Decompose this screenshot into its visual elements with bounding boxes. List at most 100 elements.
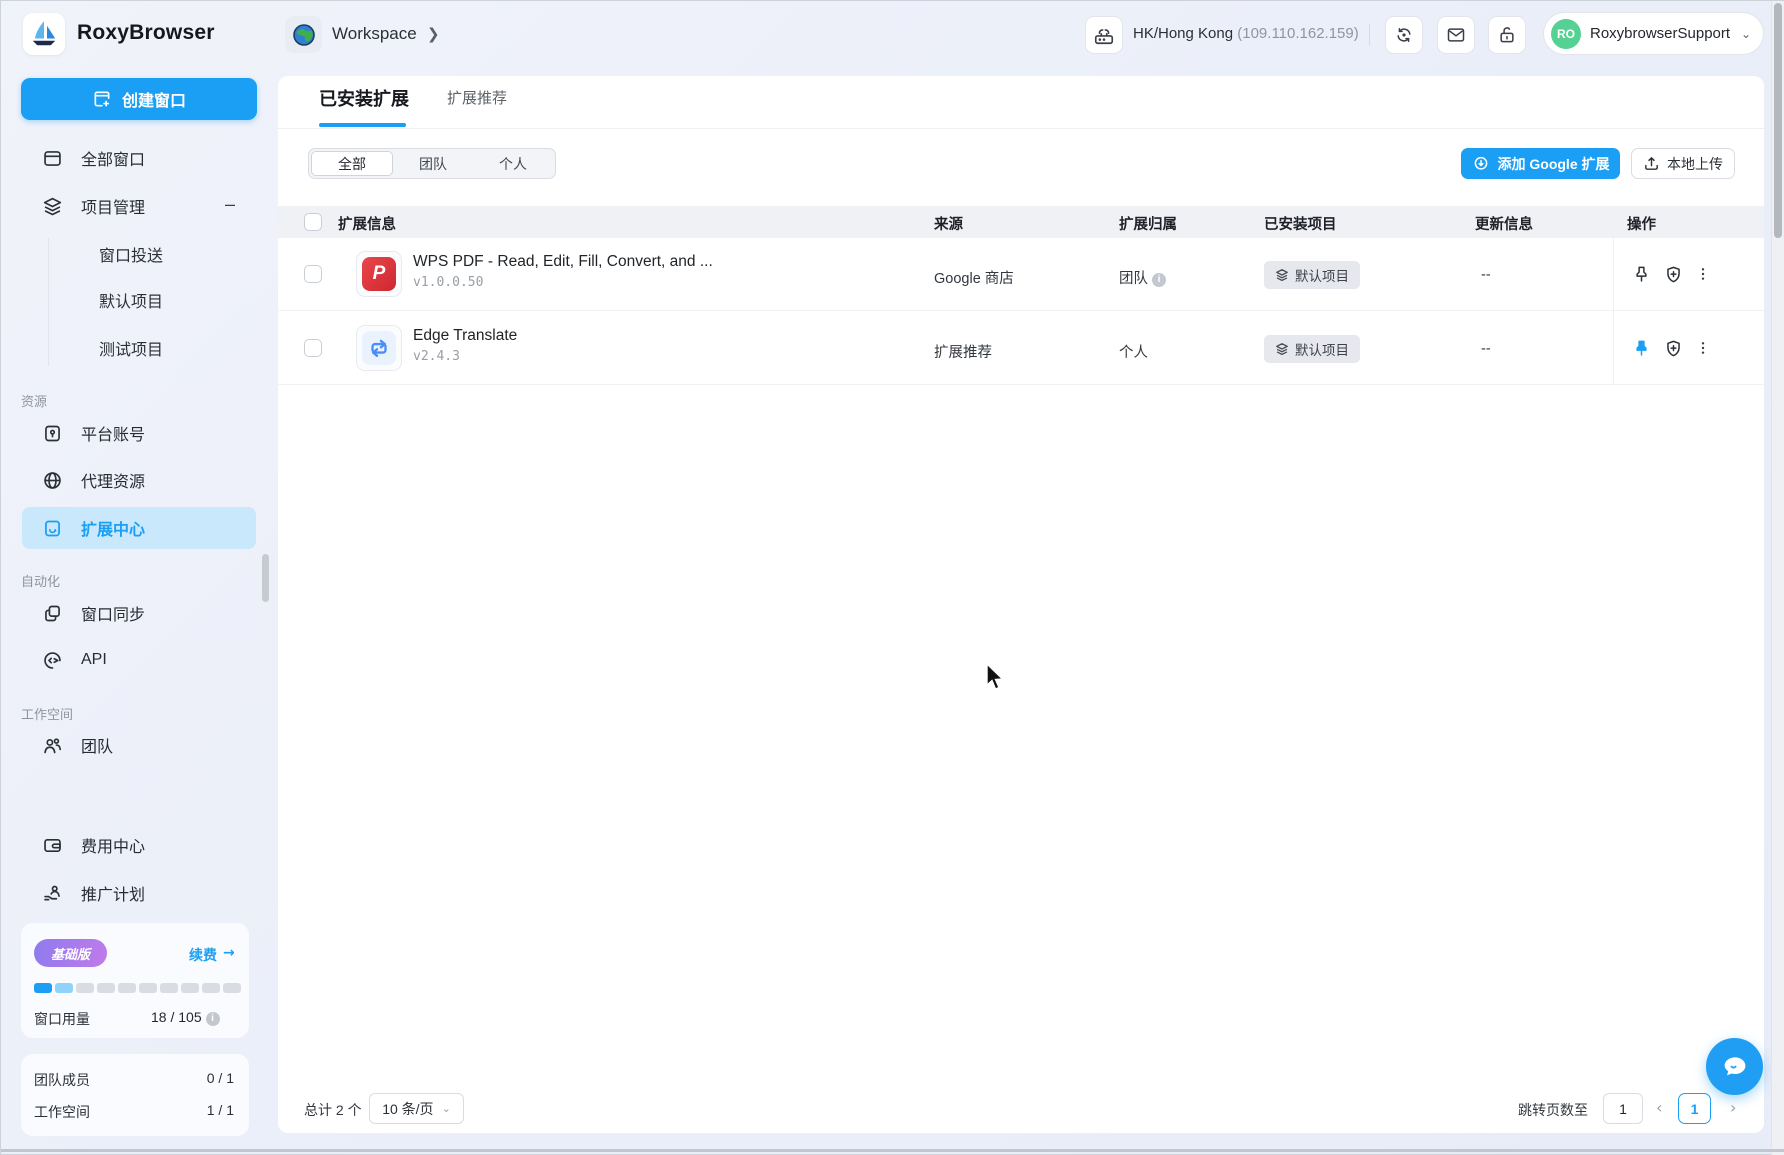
col-update-info: 更新信息 <box>1475 213 1533 234</box>
select-all-checkbox[interactable] <box>304 213 322 231</box>
pin-button[interactable] <box>1629 336 1653 360</box>
tab-installed-extensions[interactable]: 已安装扩展 <box>319 85 409 111</box>
workspaces-label: 工作空间 <box>34 1102 90 1122</box>
ownership-cell: 个人 <box>1119 341 1148 362</box>
chat-bubble-icon <box>1719 1051 1751 1083</box>
installed-project-chip[interactable]: 默认项目 <box>1264 261 1360 289</box>
sidebar-item-default-project[interactable]: 默认项目 <box>1 279 263 321</box>
sidebar-label: 团队 <box>81 733 113 757</box>
sidebar-item-all-windows[interactable]: 全部窗口 <box>1 137 263 179</box>
sidebar-label: 窗口同步 <box>81 601 145 625</box>
globe-icon <box>41 470 63 491</box>
filter-personal[interactable]: 个人 <box>473 151 553 176</box>
layers-icon <box>41 196 63 217</box>
tabs-divider <box>278 128 1764 129</box>
plan-badge: 基础版 <box>34 939 107 967</box>
sidebar-item-platform-accounts[interactable]: 平台账号 <box>1 412 263 454</box>
jump-to-page-input[interactable] <box>1603 1093 1643 1124</box>
pin-icon <box>1632 265 1651 284</box>
support-chat-button[interactable] <box>1706 1038 1763 1095</box>
more-actions-button[interactable] <box>1691 262 1715 286</box>
prev-page-button[interactable]: ‹ <box>1656 1098 1662 1117</box>
window-icon <box>41 148 63 169</box>
table-header <box>278 206 1764 238</box>
sidebar-item-team[interactable]: 团队 <box>1 724 263 766</box>
shield-update-button[interactable] <box>1661 336 1685 360</box>
more-actions-button[interactable] <box>1691 336 1715 360</box>
page-size-select[interactable]: 10 条/页 ⌄ <box>369 1093 464 1124</box>
source-cell: 扩展推荐 <box>934 341 992 362</box>
messages-button[interactable] <box>1437 16 1475 54</box>
next-page-button[interactable]: › <box>1730 1098 1736 1117</box>
sync-icon <box>1394 25 1414 45</box>
sidebar-item-window-push[interactable]: 窗口投送 <box>1 233 263 275</box>
info-icon[interactable]: i <box>206 1012 220 1026</box>
app-window: RoxyBrowser Workspace ❯ HK/Hong Kong (10… <box>0 0 1784 1155</box>
col-extension-info: 扩展信息 <box>338 213 396 234</box>
sidebar-item-test-project[interactable]: 测试项目 <box>1 327 263 369</box>
jump-to-page-label: 跳转页数至 <box>1518 1100 1588 1120</box>
add-google-extension-button[interactable]: 添加 Google 扩展 <box>1461 148 1620 179</box>
user-account-menu[interactable]: RO RoxybrowserSupport ⌄ <box>1543 12 1764 55</box>
unlock-icon <box>1497 25 1517 45</box>
project-label: 默认项目 <box>1295 339 1349 359</box>
proxy-status-button[interactable] <box>1085 16 1123 54</box>
sync-button[interactable] <box>1385 16 1423 54</box>
team-members-stat: 团队成员 0 / 1 <box>34 1070 234 1090</box>
total-count-label: 总计 2 个 <box>304 1100 362 1120</box>
create-window-button[interactable]: 创建窗口 <box>21 78 257 120</box>
col-operations: 操作 <box>1627 213 1656 234</box>
page-scrollbar-thumb[interactable] <box>1774 3 1782 238</box>
username-label: RoxybrowserSupport <box>1590 25 1732 42</box>
workspace-chevron-icon[interactable]: ❯ <box>427 25 440 43</box>
row-checkbox[interactable] <box>304 265 322 283</box>
chevron-down-icon: ⌄ <box>442 1102 451 1115</box>
window-sync-icon <box>41 603 63 624</box>
team-members-label: 团队成员 <box>34 1070 90 1090</box>
ip-label: (109.110.162.159) <box>1237 25 1359 42</box>
sidebar-item-project-mgmt[interactable]: 项目管理 <box>1 185 263 227</box>
workspace-selector[interactable]: Workspace <box>332 24 417 44</box>
renew-label: 续费 <box>189 945 217 965</box>
ownership-filter: 全部 团队 个人 <box>308 148 556 179</box>
filter-all[interactable]: 全部 <box>311 151 393 176</box>
sidebar-item-referral-program[interactable]: 推广计划 <box>1 872 263 914</box>
tab-recommended-extensions[interactable]: 扩展推荐 <box>447 87 507 108</box>
router-icon <box>1093 24 1115 46</box>
sidebar-label: 代理资源 <box>81 468 145 492</box>
cloud-download-icon <box>1472 155 1490 173</box>
shield-update-button[interactable] <box>1661 262 1685 286</box>
sidebar-scrollbar-thumb[interactable] <box>262 554 269 602</box>
installed-project-chip[interactable]: 默认项目 <box>1264 335 1360 363</box>
sidebar-item-window-sync[interactable]: 窗口同步 <box>1 592 263 634</box>
sidebar-item-extension-center[interactable]: 扩展中心 <box>22 507 256 549</box>
mouse-cursor <box>985 663 1007 693</box>
row-checkbox[interactable] <box>304 339 322 357</box>
usage-value: 18 / 105 i <box>151 1009 220 1026</box>
renew-link[interactable]: 续费 → <box>189 945 235 965</box>
sidebar-item-proxy-resources[interactable]: 代理资源 <box>1 459 263 501</box>
col-ownership: 扩展归属 <box>1119 213 1177 234</box>
filter-team[interactable]: 团队 <box>393 151 473 176</box>
sidebar-item-billing-center[interactable]: 费用中心 <box>1 824 263 866</box>
lock-button[interactable] <box>1488 16 1526 54</box>
team-icon <box>41 735 63 756</box>
update-cell: -- <box>1481 267 1491 283</box>
sidebar-label: 全部窗口 <box>81 146 145 170</box>
region-ip-text: HK/Hong Kong (109.110.162.159) <box>1133 25 1359 42</box>
mail-icon <box>1446 25 1466 45</box>
section-workspace: 工作空间 <box>21 704 73 723</box>
sidebar-item-api[interactable]: API <box>1 639 263 681</box>
update-cell: -- <box>1481 341 1491 357</box>
shield-plus-icon <box>1664 265 1683 284</box>
extension-info-cell: WPS PDF - Read, Edit, Fill, Convert, and… <box>413 253 713 290</box>
workspace-globe-icon[interactable] <box>285 16 322 53</box>
pin-button[interactable] <box>1629 262 1653 286</box>
local-upload-button[interactable]: 本地上传 <box>1631 148 1735 179</box>
window-bottom-border <box>1 1149 1784 1152</box>
info-icon[interactable]: i <box>1152 273 1166 287</box>
collapse-minus-icon[interactable]: – <box>225 194 235 215</box>
page-1-button[interactable]: 1 <box>1678 1093 1711 1124</box>
sidebar-label: 项目管理 <box>81 194 145 218</box>
user-chevron-down-icon: ⌄ <box>1741 27 1751 41</box>
